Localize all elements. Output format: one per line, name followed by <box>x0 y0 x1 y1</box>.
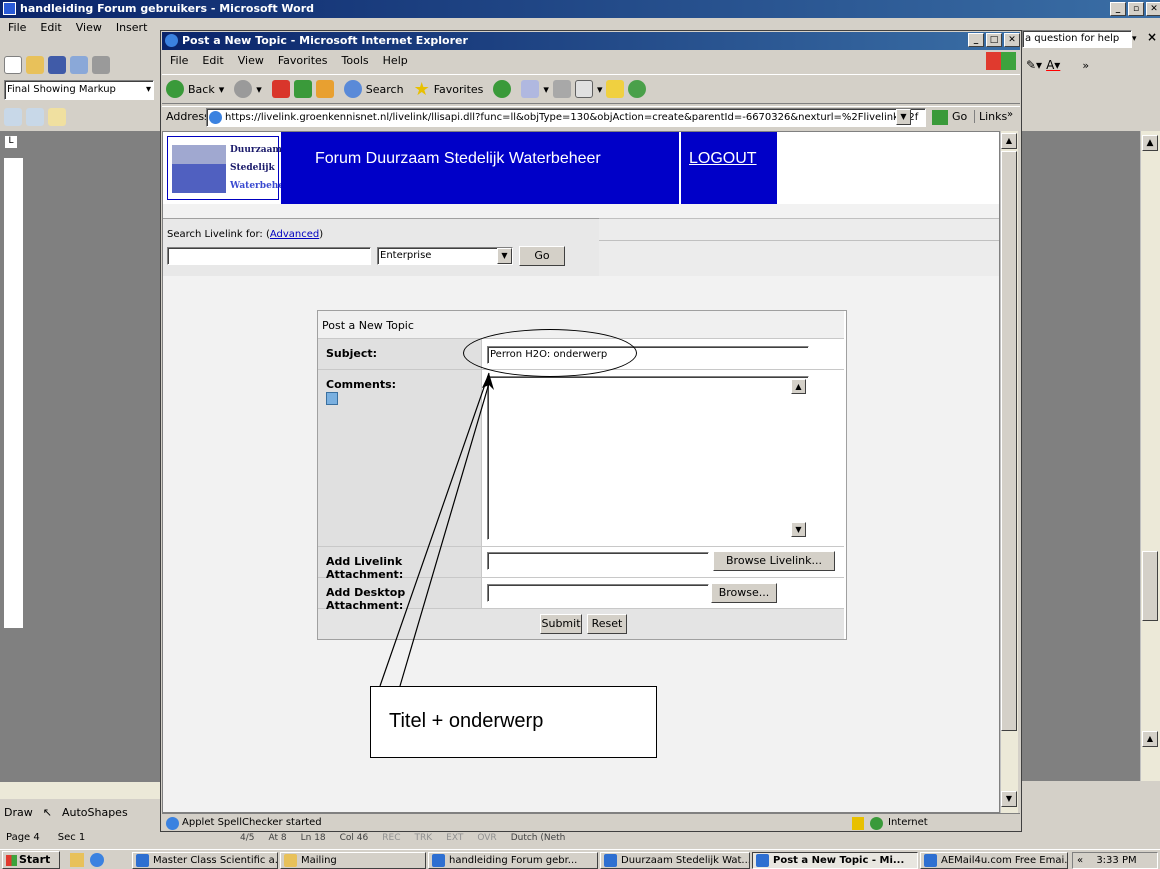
annotation-box: Titel + onderwerp <box>370 686 657 758</box>
folder-icon <box>284 854 297 867</box>
status-trk: TRK <box>414 833 433 843</box>
taskbar-label: Mailing <box>301 855 337 866</box>
ie-scroll-up-icon[interactable]: ▲ <box>1001 133 1017 149</box>
status-rec: REC <box>382 833 401 843</box>
annotation-text: Titel + onderwerp <box>389 710 544 732</box>
status-page-icon <box>166 817 179 830</box>
lock-icon <box>852 817 864 830</box>
status-pos: 4/5 <box>240 833 255 843</box>
taskbar-label: Duurzaam Stedelijk Wat... <box>621 855 750 866</box>
taskbar-item-mailing[interactable]: Mailing <box>280 852 426 869</box>
tray-expand-icon[interactable]: « <box>1077 855 1083 866</box>
taskbar: Start Master Class Scientific a... Maili… <box>0 849 1160 869</box>
system-tray: « 3:33 PM <box>1072 852 1158 869</box>
start-label: Start <box>19 853 51 866</box>
app-icon <box>136 854 149 867</box>
arrow-line-1 <box>379 372 490 687</box>
arrow-line-2 <box>399 379 491 687</box>
ie-status-text: Applet SpellChecker started <box>182 817 322 828</box>
ie-status-bar: Applet SpellChecker started Internet <box>162 813 1020 832</box>
taskbar-label: AEMail4u.com Free Emai... <box>941 855 1068 866</box>
start-button[interactable]: Start <box>2 851 60 869</box>
windows-flag-icon <box>6 855 17 866</box>
word-status-right: 4/5 At 8 Ln 18 Col 46 REC TRK EXT OVR Du… <box>240 833 620 847</box>
ie-page-icon <box>756 854 769 867</box>
status-ovr: OVR <box>477 833 497 843</box>
taskbar-label: handleiding Forum gebr... <box>449 855 578 866</box>
taskbar-item-post-topic[interactable]: Post a New Topic - Mi... <box>752 852 918 869</box>
ie-scroll-thumb[interactable] <box>1001 151 1017 731</box>
word-doc-icon <box>432 854 445 867</box>
status-at: At 8 <box>268 833 287 843</box>
ie-page-icon <box>924 854 937 867</box>
zone-label: Internet <box>888 817 928 828</box>
taskbar-item-word[interactable]: handleiding Forum gebr... <box>428 852 598 869</box>
taskbar-label: Master Class Scientific a... <box>153 855 278 866</box>
quicklaunch-ie-icon[interactable] <box>90 853 104 867</box>
clock: 3:33 PM <box>1096 855 1137 866</box>
taskbar-label: Post a New Topic - Mi... <box>773 855 905 866</box>
ie-vertical-scrollbar[interactable]: ▲ ▼ <box>1000 131 1018 813</box>
taskbar-item-duurzaam[interactable]: Duurzaam Stedelijk Wat... <box>600 852 750 869</box>
status-col: Col 46 <box>339 833 369 843</box>
status-lang: Dutch (Neth <box>510 833 566 843</box>
taskbar-item-masterclass[interactable]: Master Class Scientific a... <box>132 852 278 869</box>
ie-scroll-down-icon[interactable]: ▼ <box>1001 791 1017 807</box>
quicklaunch-desktop-icon[interactable] <box>70 853 84 867</box>
globe-icon <box>870 817 883 830</box>
status-ln: Ln 18 <box>300 833 326 843</box>
ie-page-icon <box>604 854 617 867</box>
status-ext: EXT <box>446 833 464 843</box>
taskbar-item-aemail[interactable]: AEMail4u.com Free Emai... <box>920 852 1068 869</box>
